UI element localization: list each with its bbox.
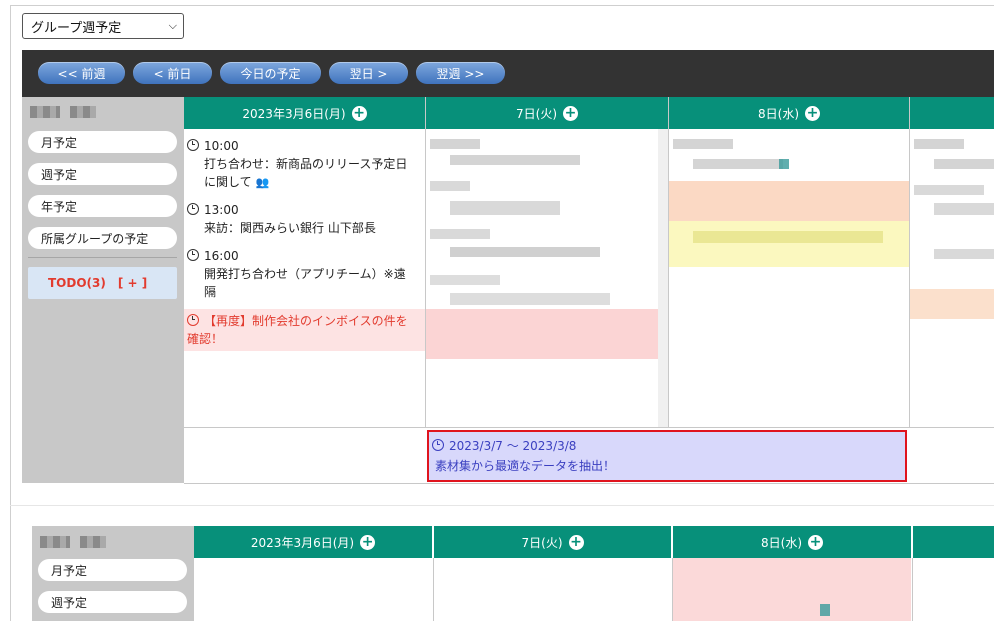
clock-icon: [187, 203, 199, 215]
user-sidebar-2: 月予定 週予定: [32, 526, 194, 621]
sidebar-item-year[interactable]: 年予定: [28, 195, 177, 217]
day-header-thu-2: [913, 526, 994, 558]
prev-day-button[interactable]: < 前日: [133, 62, 212, 84]
blurred-event-yellow: [669, 221, 909, 267]
event-time: 13:00: [204, 203, 239, 217]
blurred-event-orange: [669, 181, 909, 221]
blurred-event: [430, 275, 500, 285]
day-header-wed: 8日(水) +: [669, 97, 909, 129]
day-header-tue-2: 7日(火) +: [434, 526, 671, 558]
add-event-plus-icon[interactable]: +: [568, 534, 584, 550]
blurred-event-pink: [673, 558, 911, 621]
all-day-event[interactable]: 2023/3/7 〜 2023/3/8 素材集から最適なデータを抽出！: [427, 430, 907, 482]
event-time: 16:00: [204, 249, 239, 263]
column-divider: [909, 97, 910, 483]
next-day-button[interactable]: 翌日 >: [329, 62, 408, 84]
add-event-plus-icon[interactable]: +: [808, 534, 823, 550]
people-icon: 👥: [255, 176, 270, 189]
view-select-value: グループ週予定: [31, 20, 122, 36]
sidebar-item-week[interactable]: 週予定: [28, 163, 177, 185]
day-column-mon: 10:00 打ち合わせ：新商品のリリース予定日に関して 👥 13:00 来訪：関西…: [184, 129, 425, 427]
user-name-blurred: [40, 536, 106, 548]
event-text: 来訪：関西みらい銀行 山下部長: [204, 221, 376, 235]
event-mon-2[interactable]: 13:00 来訪：関西みらい銀行 山下部長: [187, 201, 415, 237]
column-scroll-track: [658, 129, 668, 427]
blurred-event: [430, 181, 470, 191]
day-label-wed: 8日(水): [758, 106, 799, 121]
event-mon-3[interactable]: 16:00 開発打ち合わせ（アプリチーム）※遠隔: [187, 247, 415, 301]
chevron-down-icon: ⌵: [168, 19, 177, 32]
view-select-dropdown[interactable]: グループ週予定 ⌵: [22, 13, 184, 39]
blurred-event-orange: [910, 289, 994, 319]
day-label-tue-2: 7日(火): [521, 535, 563, 550]
add-event-plus-icon[interactable]: +: [563, 105, 578, 121]
blurred-event: [673, 139, 733, 149]
frame-top-border: [10, 5, 994, 6]
event-time: 10:00: [204, 139, 239, 153]
blurred-event: [820, 604, 830, 616]
clock-icon: [187, 314, 199, 326]
blurred-event: [430, 229, 490, 239]
blurred-event: [450, 293, 610, 305]
column-divider: [433, 558, 434, 621]
add-event-plus-icon[interactable]: +: [360, 534, 376, 550]
day-column-tue: [426, 129, 668, 427]
add-event-plus-icon[interactable]: +: [805, 105, 820, 121]
blurred-event: [430, 139, 480, 149]
blurred-event: [693, 231, 883, 243]
all-day-event-text: 素材集から最適なデータを抽出！: [435, 459, 616, 473]
blurred-event: [450, 247, 600, 257]
sidebar-item-month[interactable]: 月予定: [28, 131, 177, 153]
next-week-button[interactable]: 翌週 >>: [416, 62, 505, 84]
clock-icon: [187, 249, 199, 261]
column-divider: [425, 97, 426, 483]
day-header-wed-2: 8日(水) +: [673, 526, 911, 558]
event-mon-1[interactable]: 10:00 打ち合わせ：新商品のリリース予定日に関して 👥: [187, 137, 415, 192]
day-label-mon: 2023年3月6日(月): [242, 106, 346, 121]
today-button[interactable]: 今日の予定: [220, 62, 321, 84]
day-column-thu: [910, 129, 994, 427]
section-divider: [10, 505, 994, 506]
todo-label[interactable]: TODO(3): [48, 276, 106, 290]
blurred-event: [914, 185, 984, 195]
column-divider: [912, 558, 913, 621]
day-header-tue: 7日(火) +: [426, 97, 668, 129]
day-header-mon-2: 2023年3月6日(月) +: [194, 526, 432, 558]
sidebar-divider: [28, 257, 177, 258]
blurred-event: [934, 159, 994, 169]
all-day-event-range: 2023/3/7 〜 2023/3/8: [449, 439, 577, 453]
event-text: 開発打ち合わせ（アプリチーム）※遠隔: [204, 267, 406, 299]
user-sidebar: 月予定 週予定 年予定 所属グループの予定 TODO(3) [ + ]: [22, 97, 184, 483]
blurred-event: [779, 159, 789, 169]
sidebar-item-group[interactable]: 所属グループの予定: [28, 227, 177, 249]
day-header-mon: 2023年3月6日(月) +: [184, 97, 425, 129]
event-mon-alert[interactable]: 【再度】制作会社のインボイスの件を確認！: [184, 309, 425, 351]
clock-icon: [432, 439, 444, 451]
navigation-toolbar: << 前週 < 前日 今日の予定 翌日 > 翌週 >>: [22, 50, 994, 97]
todo-box[interactable]: TODO(3) [ + ]: [28, 267, 177, 299]
todo-add-link[interactable]: [ + ]: [118, 276, 147, 290]
event-text: 打ち合わせ：新商品のリリース予定日に関して 👥: [204, 157, 408, 189]
day-header-thu: [910, 97, 994, 129]
sidebar2-item-week[interactable]: 週予定: [38, 591, 187, 613]
day-label-wed-2: 8日(水): [761, 535, 802, 550]
event-text: 【再度】制作会社のインボイスの件を確認！: [187, 314, 408, 346]
blurred-event: [934, 203, 994, 215]
blurred-alert-event: [426, 309, 668, 359]
blurred-event: [914, 139, 964, 149]
blurred-event: [693, 159, 783, 169]
day-label-tue: 7日(火): [516, 106, 557, 121]
clock-icon: [187, 139, 199, 151]
add-event-plus-icon[interactable]: +: [351, 105, 367, 121]
user-name-blurred: [30, 106, 96, 118]
prev-week-button[interactable]: << 前週: [38, 62, 125, 84]
blurred-event: [934, 249, 994, 259]
column-divider: [668, 97, 669, 427]
sidebar2-item-month[interactable]: 月予定: [38, 559, 187, 581]
frame-left-border: [10, 5, 11, 621]
day-label-mon-2: 2023年3月6日(月): [250, 535, 355, 550]
blurred-event: [450, 201, 560, 215]
blurred-event: [450, 155, 580, 165]
day-column-wed: [669, 129, 909, 427]
